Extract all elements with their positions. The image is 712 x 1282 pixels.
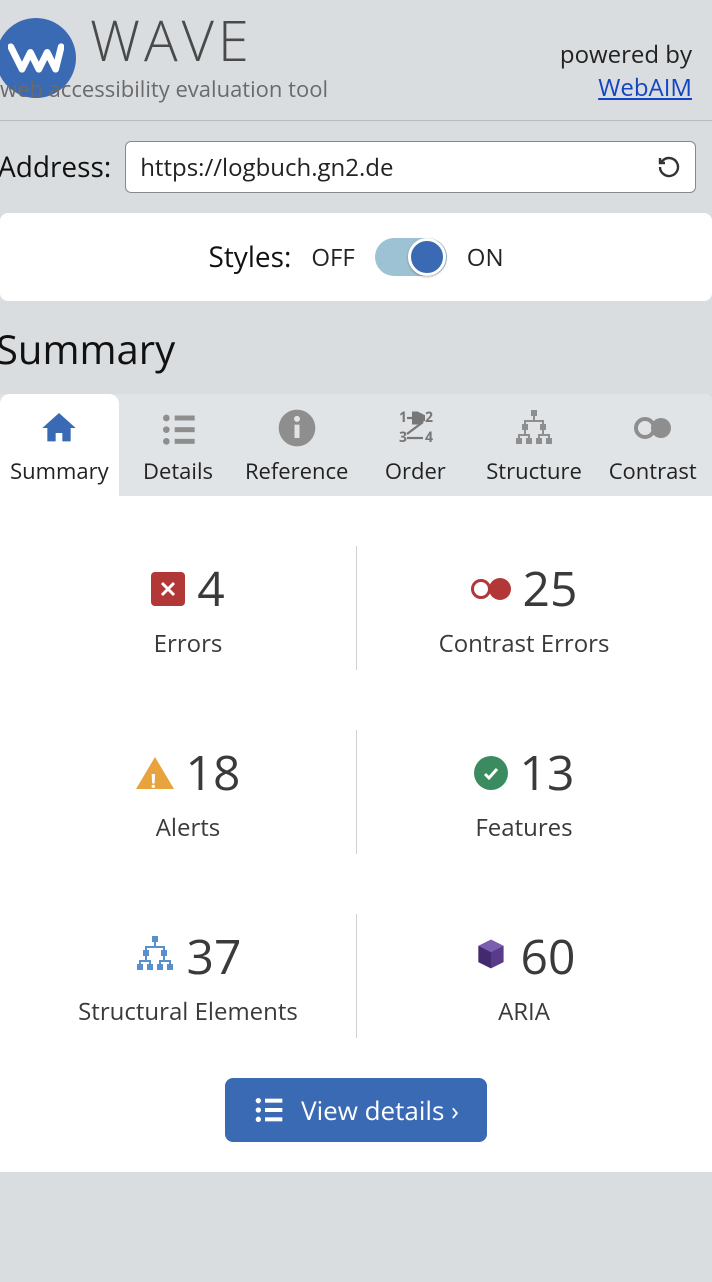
contrast-count: 25 <box>523 556 578 621</box>
info-icon <box>277 408 317 448</box>
alerts-icon: ! <box>136 757 174 789</box>
errors-label: Errors <box>154 627 223 660</box>
errors-count: 4 <box>197 556 224 621</box>
summary-cell-structural: 37 Structural Elements <box>20 904 356 1048</box>
structural-icon <box>135 934 175 979</box>
summary-cell-contrast: 25 Contrast Errors <box>356 536 692 680</box>
svg-text:2: 2 <box>425 408 433 427</box>
order-icon: 1234 <box>395 408 435 448</box>
home-icon <box>39 408 79 448</box>
summary-grid: 4 Errors 25 Contrast Errors ! 18 Alerts <box>0 496 712 1068</box>
tabs-container: Summary Details Reference 1234 Order Str… <box>0 394 712 1172</box>
toggle-knob-icon <box>408 238 446 276</box>
alerts-count: 18 <box>186 740 241 805</box>
tab-summary[interactable]: Summary <box>0 394 119 496</box>
hierarchy-icon <box>514 408 554 448</box>
address-label: Address: <box>0 148 111 186</box>
styles-off-label: OFF <box>311 241 354 274</box>
structural-count: 37 <box>187 924 242 989</box>
summary-cell-features: 13 Features <box>356 720 692 864</box>
summary-cell-alerts: ! 18 Alerts <box>20 720 356 864</box>
aria-icon <box>473 936 509 977</box>
tab-label: Order <box>385 456 446 486</box>
svg-text:4: 4 <box>425 428 433 447</box>
list-icon <box>253 1094 285 1126</box>
styles-panel: Styles: OFF ON <box>0 213 712 301</box>
contrast-errors-icon <box>471 578 511 600</box>
brand-subtitle: web accessibility evaluation tool <box>0 74 328 104</box>
brand-title: WAVE <box>90 12 328 68</box>
contrast-label: Contrast Errors <box>439 627 610 660</box>
features-count: 13 <box>520 740 575 805</box>
structural-label: Structural Elements <box>78 995 298 1028</box>
features-icon <box>474 756 508 790</box>
summary-cell-aria: 60 ARIA <box>356 904 692 1048</box>
tab-details[interactable]: Details <box>119 394 238 496</box>
header: WAVE web accessibility evaluation tool p… <box>0 0 712 114</box>
view-details-button[interactable]: View details › <box>225 1078 487 1142</box>
address-input-wrap <box>125 141 696 193</box>
styles-toggle[interactable] <box>375 238 447 276</box>
tab-label: Contrast <box>609 456 697 486</box>
list-icon <box>158 408 198 448</box>
summary-cell-errors: 4 Errors <box>20 536 356 680</box>
webaim-link[interactable]: WebAIM <box>598 71 692 104</box>
aria-label: ARIA <box>498 995 550 1028</box>
errors-icon <box>151 572 185 606</box>
powered-by-text: powered by <box>560 38 692 71</box>
tab-label: Reference <box>245 456 348 486</box>
address-input[interactable] <box>140 151 657 184</box>
tab-contrast[interactable]: Contrast <box>593 394 712 496</box>
powered-by: powered by WebAIM <box>560 12 692 104</box>
features-label: Features <box>475 811 572 844</box>
styles-on-label: ON <box>467 241 504 274</box>
alerts-label: Alerts <box>156 811 221 844</box>
svg-text:1: 1 <box>399 408 407 427</box>
section-title: Summary <box>0 321 712 376</box>
address-row: Address: <box>0 121 712 213</box>
styles-label: Styles: <box>208 238 291 276</box>
view-details-row: View details › <box>0 1068 712 1172</box>
brand: WAVE web accessibility evaluation tool <box>0 12 328 104</box>
svg-text:3: 3 <box>399 428 407 447</box>
tab-order[interactable]: 1234 Order <box>356 394 475 496</box>
tab-label: Structure <box>486 456 582 486</box>
tab-label: Summary <box>10 456 109 486</box>
tab-structure[interactable]: Structure <box>475 394 594 496</box>
contrast-icon <box>633 408 673 448</box>
tab-reference[interactable]: Reference <box>237 394 356 496</box>
tab-label: Details <box>143 456 213 486</box>
aria-count: 60 <box>521 924 576 989</box>
reload-icon[interactable] <box>657 155 681 179</box>
view-details-label: View details › <box>301 1092 459 1128</box>
tabstrip: Summary Details Reference 1234 Order Str… <box>0 394 712 496</box>
